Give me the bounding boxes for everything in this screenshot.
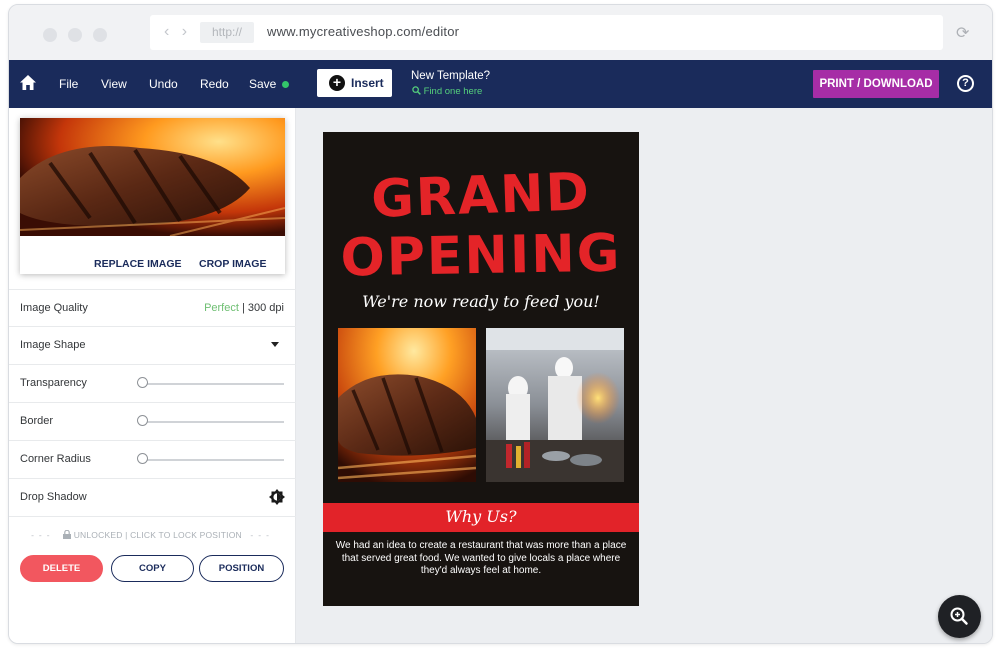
transparency-slider-track[interactable]: [142, 383, 284, 385]
quality-status: Perfect: [204, 302, 239, 314]
border-slider-track[interactable]: [142, 421, 284, 423]
address-bar[interactable]: ‹ › http:// www.mycreativeshop.com/edito…: [150, 15, 943, 50]
drop-shadow-label: Drop Shadow: [20, 491, 87, 503]
search-icon: [412, 86, 421, 95]
crop-image-button[interactable]: CROP IMAGE: [199, 258, 266, 270]
window-minimize-dot[interactable]: [68, 28, 82, 42]
image-quality-value: Perfect | 300 dpi: [204, 302, 284, 314]
save-label: Save: [249, 77, 277, 91]
find-template-link[interactable]: Find one here: [412, 86, 482, 97]
image-shape-row[interactable]: Image Shape: [9, 327, 296, 365]
window-close-dot[interactable]: [43, 28, 57, 42]
home-icon[interactable]: [19, 74, 37, 92]
window-maximize-dot[interactable]: [93, 28, 107, 42]
poster-kitchen-photo[interactable]: [486, 328, 624, 482]
insert-button[interactable]: + Insert: [317, 69, 392, 97]
protocol-label: http://: [200, 22, 254, 43]
zoom-button[interactable]: [938, 595, 981, 638]
brightness-icon[interactable]: [269, 489, 285, 505]
divider: ---: [250, 530, 274, 540]
new-template-label: New Template?: [411, 70, 491, 82]
lock-position-toggle[interactable]: --- UNLOCKED | CLICK TO LOCK POSITION --…: [9, 529, 296, 544]
insert-label: Insert: [351, 76, 384, 90]
delete-button[interactable]: DELETE: [20, 555, 103, 582]
corner-radius-slider-track[interactable]: [142, 459, 284, 461]
lock-position-label: UNLOCKED | CLICK TO LOCK POSITION: [73, 530, 242, 540]
browser-chrome: ‹ › http:// www.mycreativeshop.com/edito…: [9, 5, 992, 60]
undo-button[interactable]: Undo: [149, 77, 178, 91]
back-forward-icon[interactable]: ‹ ›: [164, 23, 191, 41]
plus-icon: +: [329, 75, 345, 91]
drop-shadow-row: Drop Shadow: [9, 479, 296, 517]
poster-body-text[interactable]: We had an idea to create a restaurant th…: [333, 540, 629, 578]
why-us-text[interactable]: Why Us?: [323, 507, 639, 526]
properties-sidebar: REPLACE IMAGE CROP IMAGE Image Quality P…: [9, 108, 296, 643]
image-quality-label: Image Quality: [20, 302, 88, 314]
border-row: Border: [9, 403, 296, 441]
border-label: Border: [20, 415, 54, 427]
position-button[interactable]: POSITION: [199, 555, 284, 582]
chevron-down-icon[interactable]: [271, 342, 279, 347]
why-us-banner[interactable]: Why Us?: [323, 503, 639, 532]
editor-toolbar: File View Undo Redo Save + Insert New Te…: [9, 60, 992, 108]
transparency-label: Transparency: [20, 377, 87, 389]
transparency-row: Transparency: [9, 365, 296, 403]
poster-steak-photo[interactable]: [338, 328, 476, 482]
poster-title-line2[interactable]: OPENING: [323, 223, 639, 289]
print-download-button[interactable]: PRINT / DOWNLOAD: [813, 70, 939, 98]
image-quality-row: Image Quality Perfect | 300 dpi: [9, 289, 296, 327]
corner-radius-row: Corner Radius: [9, 441, 296, 479]
lock-icon: [63, 529, 72, 539]
save-status-dot: [282, 81, 290, 89]
copy-button[interactable]: COPY: [111, 555, 194, 582]
image-shape-label: Image Shape: [20, 339, 86, 351]
corner-radius-label: Corner Radius: [20, 453, 91, 465]
steak-thumbnail: [20, 118, 285, 236]
reload-icon[interactable]: ⟳: [956, 23, 969, 43]
zoom-in-icon: [950, 607, 968, 625]
redo-button[interactable]: Redo: [200, 77, 229, 91]
border-slider-knob[interactable]: [137, 415, 148, 426]
save-button[interactable]: Save: [249, 77, 290, 91]
poster-title-line1[interactable]: GRAND: [323, 161, 639, 232]
replace-image-button[interactable]: REPLACE IMAGE: [94, 258, 182, 270]
poster-subtitle[interactable]: We're now ready to feed you!: [323, 292, 639, 311]
poster-design[interactable]: GRAND OPENING We're now ready to feed yo…: [323, 132, 639, 606]
help-icon[interactable]: ?: [957, 75, 974, 92]
find-template-label: Find one here: [423, 86, 483, 97]
browser-window: ‹ › http:// www.mycreativeshop.com/edito…: [8, 4, 993, 644]
quality-dpi: | 300 dpi: [241, 302, 284, 314]
image-preview-card: REPLACE IMAGE CROP IMAGE: [20, 118, 285, 274]
url-text[interactable]: www.mycreativeshop.com/editor: [267, 24, 459, 39]
file-menu[interactable]: File: [59, 77, 78, 91]
corner-radius-slider-knob[interactable]: [137, 453, 148, 464]
transparency-slider-knob[interactable]: [137, 377, 148, 388]
design-canvas: GRAND OPENING We're now ready to feed yo…: [296, 108, 992, 643]
view-menu[interactable]: View: [101, 77, 127, 91]
divider: ---: [31, 530, 55, 540]
